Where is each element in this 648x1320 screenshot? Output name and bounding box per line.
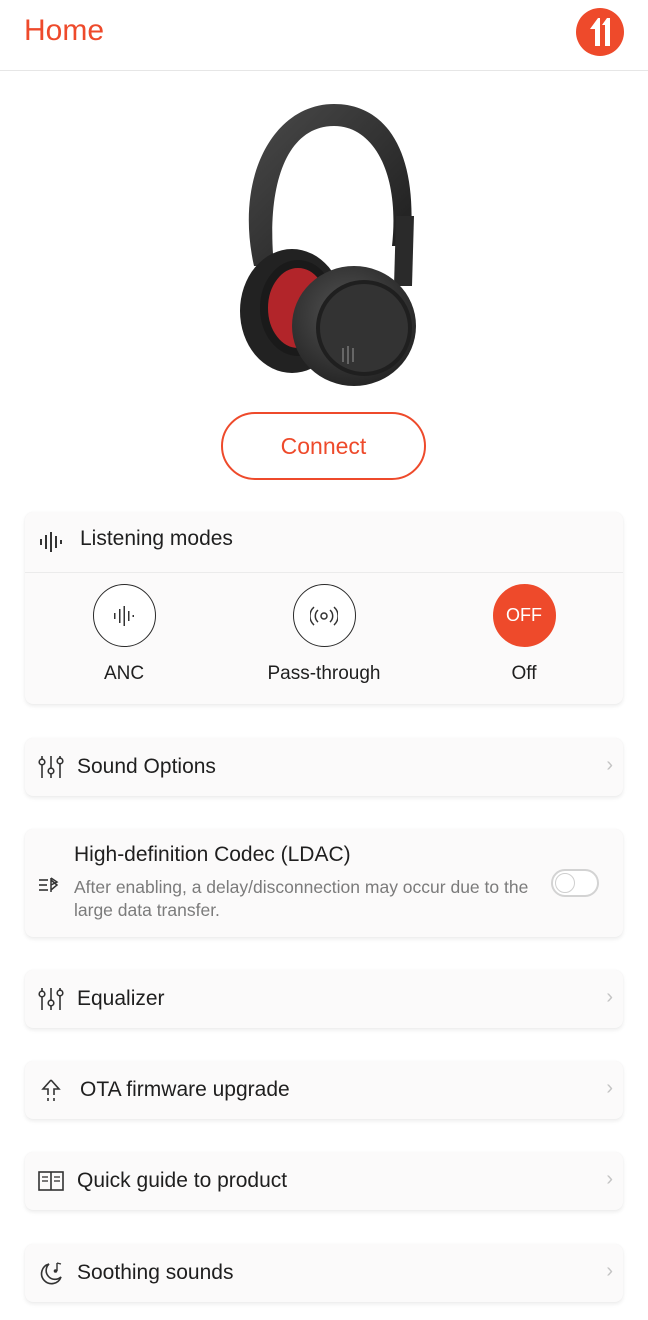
bluetooth-codec-icon <box>35 871 63 899</box>
chevron-right-icon: › <box>606 986 613 1008</box>
ota-row[interactable]: OTA firmware upgrade › <box>25 1061 623 1119</box>
listening-modes-header: Listening modes <box>25 512 623 572</box>
page-title: Home <box>24 14 105 47</box>
mode-off-label: Off <box>511 663 537 684</box>
brand-logo-icon[interactable] <box>576 8 624 56</box>
mode-off[interactable]: OFF Off <box>444 584 604 685</box>
sliders-icon <box>37 753 65 781</box>
headphones-image <box>214 96 434 392</box>
ldac-row: High-definition Codec (LDAC) After enabl… <box>25 829 623 937</box>
mode-anc[interactable]: ANC <box>44 584 204 685</box>
toggle-knob <box>555 873 575 893</box>
quick-guide-label: Quick guide to product <box>77 1169 288 1192</box>
mode-pass-through-label: Pass-through <box>267 663 381 684</box>
waveform-icon <box>37 528 65 556</box>
chevron-right-icon: › <box>606 1260 613 1282</box>
listening-modes-title: Listening modes <box>80 527 233 550</box>
book-icon <box>37 1167 65 1195</box>
anc-waveform-icon[interactable] <box>92 584 156 647</box>
moon-music-icon <box>37 1259 65 1287</box>
chevron-right-icon: › <box>606 1077 613 1099</box>
off-badge[interactable]: OFF <box>492 584 556 647</box>
equalizer-label: Equalizer <box>77 987 165 1010</box>
connect-button[interactable]: Connect <box>221 412 426 480</box>
ldac-title: High-definition Codec (LDAC) <box>74 843 351 866</box>
equalizer-row[interactable]: Equalizer › <box>25 970 623 1028</box>
upgrade-arrow-icon <box>37 1076 65 1104</box>
sound-options-row[interactable]: Sound Options › <box>25 738 623 796</box>
mode-pass-through[interactable]: Pass-through <box>244 584 404 685</box>
equalizer-icon <box>37 985 65 1013</box>
mode-anc-label: ANC <box>103 663 145 684</box>
sound-options-label: Sound Options <box>77 755 216 778</box>
ota-label: OTA firmware upgrade <box>80 1078 290 1101</box>
app-header: Home <box>0 0 648 71</box>
divider <box>25 572 623 573</box>
listening-modes-card: Listening modes ANC Pass-through OFF Off <box>25 512 623 704</box>
soothing-sounds-row[interactable]: Soothing sounds › <box>25 1244 623 1302</box>
ldac-description: After enabling, a delay/disconnection ma… <box>74 877 529 920</box>
pass-through-icon[interactable] <box>292 584 356 647</box>
chevron-right-icon: › <box>606 754 613 776</box>
quick-guide-row[interactable]: Quick guide to product › <box>25 1152 623 1210</box>
ldac-toggle[interactable] <box>551 869 599 897</box>
chevron-right-icon: › <box>606 1168 613 1190</box>
soothing-sounds-label: Soothing sounds <box>77 1261 234 1284</box>
